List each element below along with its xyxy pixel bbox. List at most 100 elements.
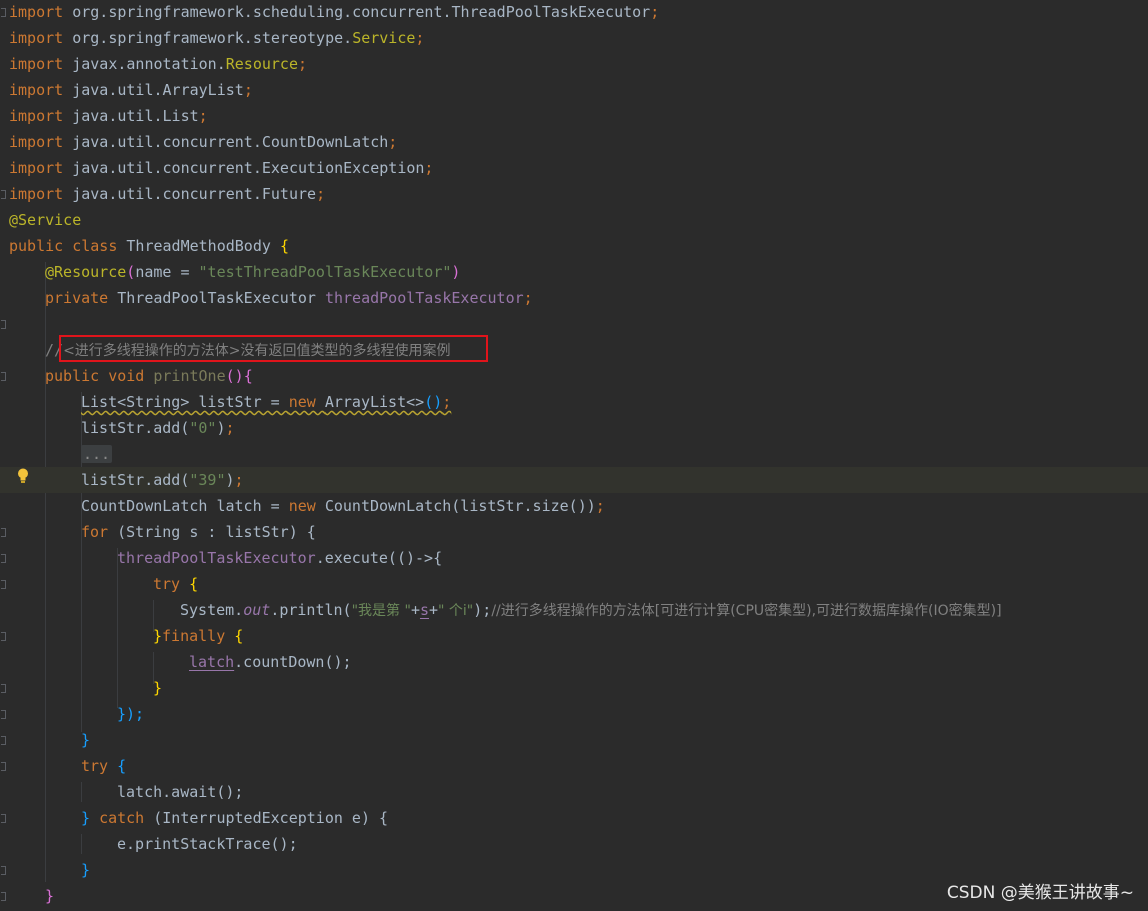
code-line-println[interactable]: System.out.println("我是第 "+s+" 个i");//进行多…: [180, 597, 1002, 623]
lightbulb-icon[interactable]: [17, 468, 29, 484]
brace: }: [81, 731, 91, 749]
paren: (: [126, 263, 136, 281]
fold-marker[interactable]: [1, 892, 6, 901]
field-name: threadPoolTaskExecutor: [324, 289, 524, 307]
keyword: import: [9, 159, 64, 177]
fold-marker[interactable]: [1, 762, 6, 771]
keyword: import: [9, 81, 64, 99]
fold-marker[interactable]: [1, 372, 6, 381]
code-line-try[interactable]: try {: [153, 571, 198, 597]
fold-marker[interactable]: [1, 580, 6, 589]
string-literal: "0": [189, 419, 217, 437]
fold-marker[interactable]: [1, 632, 6, 641]
class-name: ThreadMethodBody: [126, 237, 271, 255]
code-line-import[interactable]: import java.util.List;: [9, 103, 208, 129]
semicolon: ;: [234, 471, 244, 489]
fold-marker[interactable]: [1, 320, 6, 329]
code-line-list-decl[interactable]: List<String> listStr = new ArrayList<>()…: [81, 389, 451, 415]
import-path: org.springframework.scheduling.concurren…: [72, 3, 651, 21]
code-line-catch[interactable]: } catch (InterruptedException e) {: [81, 805, 388, 831]
keyword: try: [153, 575, 181, 593]
code-line-import[interactable]: import org.springframework.stereotype.Se…: [9, 25, 424, 51]
code-line-add[interactable]: listStr.add("0");: [81, 415, 235, 441]
code-line-brace[interactable]: }: [153, 675, 162, 701]
code-line-brace[interactable]: }: [81, 727, 90, 753]
brace: }: [153, 627, 163, 645]
operator: +: [410, 601, 420, 619]
code-line-execute[interactable]: threadPoolTaskExecutor.execute(()->{: [117, 545, 442, 571]
indent-guide: [117, 548, 118, 708]
code-line-import[interactable]: import java.util.ArrayList;: [9, 77, 253, 103]
paren: ): [216, 419, 226, 437]
code-line-countdown[interactable]: latch.countDown();: [189, 649, 352, 675]
keyword: for: [81, 523, 118, 541]
code-line-import[interactable]: import java.util.concurrent.CountDownLat…: [9, 129, 397, 155]
fold-marker[interactable]: [1, 190, 6, 199]
code-line-brace[interactable]: }: [45, 883, 54, 909]
call: .println(: [270, 601, 352, 619]
code-line-import[interactable]: import org.springframework.scheduling.co…: [9, 0, 659, 25]
call: latch.await();: [117, 783, 244, 801]
keyword: import: [9, 3, 64, 21]
paren: ): [451, 263, 461, 281]
semicolon: ;: [523, 289, 533, 307]
fold-marker[interactable]: [1, 8, 6, 17]
fold-marker[interactable]: [1, 814, 6, 823]
semicolon: ;: [243, 81, 253, 99]
import-path: java.util.concurrent.CountDownLatch: [72, 133, 389, 151]
code-line-import[interactable]: import java.util.concurrent.ExecutionExc…: [9, 155, 433, 181]
code-line-method-decl[interactable]: public void printOne(){: [45, 363, 253, 389]
fold-marker[interactable]: [1, 866, 6, 875]
code-line-brace[interactable]: }: [81, 857, 90, 883]
keyword: import: [9, 29, 64, 47]
fold-marker[interactable]: [1, 554, 6, 563]
code-line-class-decl[interactable]: public class ThreadMethodBody {: [9, 233, 289, 259]
keyword: public void: [45, 367, 154, 385]
string-literal: "我是第 ": [351, 603, 411, 619]
code-line-latch-decl[interactable]: CountDownLatch latch = new CountDownLatc…: [81, 493, 605, 519]
code-line-field[interactable]: private ThreadPoolTaskExecutor threadPoo…: [45, 285, 533, 311]
type: CountDownLatch latch =: [81, 497, 289, 515]
code-line-current[interactable]: listStr.add("39");: [0, 467, 1148, 493]
indent-guide: [81, 782, 82, 802]
brace: {: [279, 237, 289, 255]
paren: (): [424, 393, 443, 411]
brace: {: [243, 367, 253, 385]
semicolon: ;: [388, 133, 398, 151]
code-line-folded[interactable]: ...: [81, 441, 113, 467]
static-field: out: [243, 601, 271, 619]
fold-marker[interactable]: [1, 710, 6, 719]
keyword: import: [9, 55, 64, 73]
call: listStr.add(: [81, 419, 190, 437]
fold-marker[interactable]: [1, 684, 6, 693]
import-path: javax.annotation.: [72, 55, 226, 73]
annotation: @Resource: [45, 263, 127, 281]
brace: {: [189, 575, 199, 593]
import-path: org.springframework.stereotype.: [72, 29, 353, 47]
code-line-await[interactable]: latch.await();: [117, 779, 243, 805]
string-literal: "testThreadPoolTaskExecutor": [198, 263, 452, 281]
code-line-close-lambda[interactable]: });: [117, 701, 144, 727]
keyword: new: [288, 497, 325, 515]
code-line-import[interactable]: import java.util.concurrent.Future;: [9, 181, 325, 207]
highlight-box: [59, 335, 488, 362]
code-line-finally[interactable]: }finally {: [153, 623, 243, 649]
paren: (): [225, 367, 244, 385]
semicolon: ;: [316, 185, 326, 203]
code-line-annotation[interactable]: @Service: [9, 207, 81, 233]
for-body: (String s : listStr) {: [117, 523, 316, 541]
code-line-try[interactable]: try {: [81, 753, 126, 779]
semicolon: ;: [225, 419, 235, 437]
fold-marker[interactable]: [1, 528, 6, 537]
code-line-import[interactable]: import javax.annotation.Resource;: [9, 51, 307, 77]
code-line-annotation[interactable]: @Resource(name = "testThreadPoolTaskExec…: [45, 259, 460, 285]
keyword: private: [45, 289, 118, 307]
code-line-print-trace[interactable]: e.printStackTrace();: [117, 831, 298, 857]
constructor: ArrayList<>: [324, 393, 425, 411]
fold-marker[interactable]: [1, 736, 6, 745]
code-editor[interactable]: import org.springframework.scheduling.co…: [0, 0, 1148, 911]
folded-region[interactable]: ...: [81, 445, 113, 463]
semicolon: ;: [424, 159, 434, 177]
code-line-for[interactable]: for (String s : listStr) {: [81, 519, 316, 545]
call: e.printStackTrace();: [117, 835, 298, 853]
